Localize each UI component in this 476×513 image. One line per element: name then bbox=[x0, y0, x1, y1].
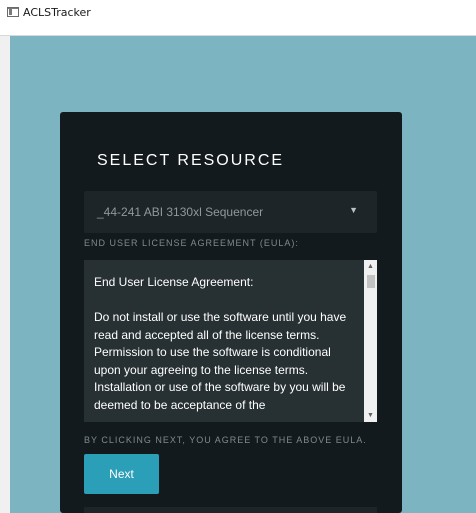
scroll-down-arrow-icon[interactable]: ▼ bbox=[364, 409, 377, 422]
scroll-up-arrow-icon[interactable]: ▲ bbox=[364, 260, 377, 273]
eula-body: Do not install or use the software until… bbox=[94, 310, 347, 412]
eula-text: End User License Agreement: Do not insta… bbox=[94, 274, 356, 422]
eula-textarea[interactable]: End User License Agreement: Do not insta… bbox=[84, 260, 377, 422]
eula-heading: End User License Agreement: bbox=[94, 275, 254, 289]
app-background: SELECT RESOURCE _44-241 ABI 3130xl Seque… bbox=[10, 36, 476, 513]
resource-select[interactable]: _44-241 ABI 3130xl Sequencer ▼ bbox=[84, 191, 377, 233]
eula-scrollbar[interactable]: ▲ ▼ bbox=[364, 260, 377, 422]
next-button[interactable]: Next bbox=[84, 454, 159, 494]
window-title: ACLSTracker bbox=[23, 6, 91, 19]
window-titlebar: ACLSTracker bbox=[0, 0, 476, 36]
eula-label: END USER LICENSE AGREEMENT (EULA): bbox=[84, 238, 299, 248]
resource-select-value: _44-241 ABI 3130xl Sequencer bbox=[97, 205, 264, 219]
select-resource-panel: SELECT RESOURCE _44-241 ABI 3130xl Seque… bbox=[60, 112, 402, 513]
app-window-icon bbox=[7, 7, 19, 17]
caret-down-icon: ▼ bbox=[349, 205, 358, 215]
scroll-thumb[interactable] bbox=[367, 275, 375, 288]
agree-notice: BY CLICKING NEXT, YOU AGREE TO THE ABOVE… bbox=[84, 435, 367, 445]
next-section-edge bbox=[84, 507, 377, 513]
panel-title: SELECT RESOURCE bbox=[97, 152, 285, 169]
